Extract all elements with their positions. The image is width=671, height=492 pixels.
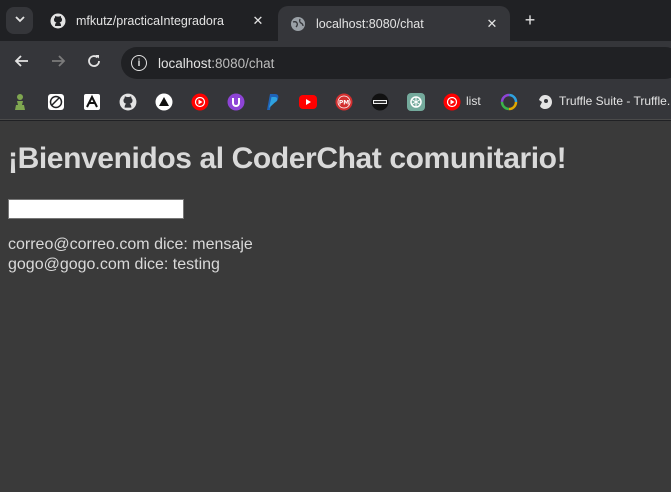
browser-toolbar: i localhost:8080/chat	[0, 41, 671, 85]
youtube-icon[interactable]	[299, 93, 317, 111]
youtube-music-list-icon[interactable]	[443, 93, 461, 111]
back-button[interactable]	[10, 51, 34, 75]
address-host: localhost	[158, 55, 212, 71]
deno-icon[interactable]	[47, 93, 65, 111]
close-icon[interactable]: ✕	[250, 13, 266, 29]
triangle-icon[interactable]	[155, 93, 173, 111]
tab-github[interactable]: mfkutz/practicaIntegradora ✕	[38, 6, 276, 35]
forward-button[interactable]	[46, 51, 70, 75]
purple-u-icon[interactable]	[227, 93, 245, 111]
openai-icon[interactable]	[407, 93, 425, 111]
bookmarks-bar: PM list Truffle Suite - Truffle...	[0, 85, 671, 120]
paypal-icon[interactable]	[263, 93, 281, 111]
svg-text:PM: PM	[339, 100, 349, 107]
bookmark-list-label[interactable]: list	[466, 94, 481, 108]
address-url: localhost:8080/chat	[158, 56, 274, 71]
arrow-left-icon	[14, 53, 30, 74]
close-icon[interactable]: ✕	[484, 16, 500, 32]
truffle-icon[interactable]	[536, 93, 554, 111]
address-bar[interactable]: i localhost:8080/chat	[121, 47, 671, 79]
message-list: correo@correo.com dice: mensaje gogo@gog…	[8, 235, 663, 275]
arrow-right-icon	[50, 53, 66, 74]
badge-icon[interactable]	[371, 93, 389, 111]
globe-icon	[290, 16, 306, 32]
page-content: ¡Bienvenidos al CoderChat comunitario! c…	[0, 121, 671, 492]
reload-button[interactable]	[82, 51, 106, 75]
a-logo-icon[interactable]	[83, 93, 101, 111]
list-item: correo@correo.com dice: mensaje	[8, 236, 253, 253]
chat-message-input[interactable]	[8, 199, 184, 219]
bookmark-truffle-label[interactable]: Truffle Suite - Truffle...	[559, 94, 671, 108]
color-ring-icon[interactable]	[500, 93, 518, 111]
plus-icon: +	[524, 9, 536, 30]
list-item: gogo@gogo.com dice: testing	[8, 256, 220, 273]
chess-pawn-icon[interactable]	[11, 93, 29, 111]
tab-search-button[interactable]	[6, 7, 33, 34]
reload-icon	[86, 53, 102, 74]
new-tab-button[interactable]: +	[520, 10, 540, 30]
info-icon[interactable]: i	[131, 55, 147, 71]
tab-title: mfkutz/practicaIntegradora	[76, 13, 224, 28]
tab-strip: mfkutz/practicaIntegradora ✕ localhost:8…	[0, 0, 671, 41]
youtube-music-icon[interactable]	[191, 93, 209, 111]
browser-chrome: mfkutz/practicaIntegradora ✕ localhost:8…	[0, 0, 671, 121]
chevron-down-icon	[14, 13, 26, 28]
tab-title: localhost:8080/chat	[316, 16, 424, 31]
address-path: :8080/chat	[211, 55, 275, 71]
pm-icon[interactable]: PM	[335, 93, 353, 111]
page-title: ¡Bienvenidos al CoderChat comunitario!	[8, 142, 567, 175]
github-icon	[50, 13, 66, 29]
github-icon[interactable]	[119, 93, 137, 111]
tab-chat[interactable]: localhost:8080/chat ✕	[278, 6, 510, 41]
